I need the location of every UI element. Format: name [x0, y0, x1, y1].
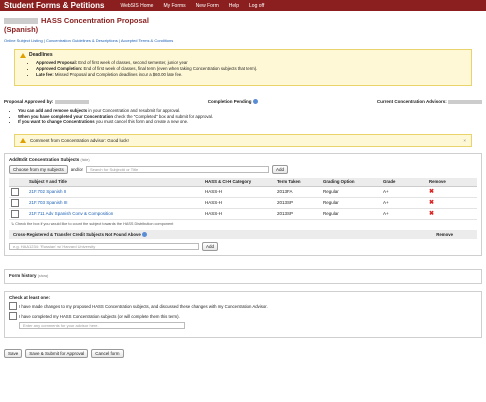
remove-icon[interactable]: ✖: [429, 200, 434, 206]
term-cell: 2013FA: [275, 186, 321, 198]
confirmation-panel: Check at least one: I have made changes …: [4, 291, 482, 339]
nav-new-form[interactable]: New Form: [196, 3, 219, 9]
subject-link[interactable]: 21F.702 Spanish II: [29, 189, 66, 194]
term-cell: 2013SP: [275, 197, 321, 209]
instruction-item: If you want to change Concentrations you…: [18, 119, 482, 125]
grade-cell: A+: [381, 197, 427, 209]
category-cell: HASS-H: [203, 186, 275, 198]
col-subject[interactable]: Subject # and Title: [27, 177, 203, 187]
warning-icon: [20, 137, 26, 143]
nav-my-forms[interactable]: My Forms: [163, 3, 185, 9]
link-online-subject-listing[interactable]: Online Subject Listing: [4, 38, 43, 43]
add-subject-button[interactable]: Add: [271, 164, 288, 174]
nav-log-off[interactable]: Log off: [249, 3, 264, 9]
proposal-approved-by: Proposal Approved by:: [4, 99, 89, 104]
subject-link[interactable]: 21F.711 Adv Spanish Conv & Composition: [29, 211, 113, 216]
remove-icon[interactable]: ✖: [429, 189, 434, 195]
deadlines-header: Deadlines: [29, 52, 53, 58]
warning-icon: [20, 52, 26, 58]
grade-cell: A+: [381, 208, 427, 220]
redacted-advisor-name: [54, 99, 89, 104]
hass-distribution-checkbox[interactable]: [11, 209, 19, 218]
subject-search-input[interactable]: Search for Subject# or Title: [85, 165, 269, 173]
changes-checkbox[interactable]: [9, 302, 17, 311]
subjects-table: Subject # and Title HASS & CI-H Category…: [9, 177, 477, 220]
col-category[interactable]: HASS & CI-H Category: [203, 177, 275, 187]
link-terms-conditions[interactable]: Accepted Terms & Conditions: [121, 38, 173, 43]
col-term[interactable]: Term Taken: [275, 177, 321, 187]
site-brand: Student Forms & Petitions: [4, 1, 105, 10]
current-advisors: Current Concentration Advisors:: [377, 99, 482, 104]
cancel-form-button[interactable]: Cancel form: [91, 349, 124, 359]
andor-label: and/or: [70, 166, 83, 172]
approval-status-row: Proposal Approved by: Completion Pending…: [4, 99, 482, 105]
hass-distribution-checkbox[interactable]: [11, 187, 19, 196]
table-row: 21F.702 Spanish II HASS-H 2013FA Regular…: [9, 186, 477, 198]
subjects-panel-title: Add/Edit Concentration Subjects: [9, 156, 80, 162]
confirmation-header: Check at least one:: [9, 295, 51, 301]
form-actions: Save Save & Submit for Approval Cancel f…: [4, 349, 482, 359]
category-cell: HASS-H: [203, 208, 275, 220]
link-concentration-guidelines[interactable]: Concentration Guidelines & Descriptions: [46, 38, 118, 43]
form-history-panel: Form history (show): [4, 269, 482, 285]
nav-websis-home[interactable]: WebSIS Home: [120, 3, 153, 9]
completion-status: Completion Pending: [208, 99, 258, 105]
xreg-header: Cross-Registered & Transfer Credit Subje…: [9, 229, 477, 240]
subject-link[interactable]: 21F.703 Spanish III: [29, 200, 68, 205]
instructions-list: You can add and remove subjects in your …: [4, 108, 482, 125]
reference-links: Online Subject Listing | Concentration G…: [4, 38, 174, 43]
hass-distribution-checkbox[interactable]: [11, 198, 19, 207]
grading-cell: Regular: [321, 197, 381, 209]
close-icon[interactable]: ×: [463, 138, 466, 143]
option-changes: I have made changes to my proposed HASS …: [9, 302, 477, 311]
xreg-subject-input[interactable]: e.g. HAA1234: 'Russian' w/ Harvard Unive…: [9, 243, 199, 251]
advisor-comment-box: Comment from Concentration advisor: Good…: [14, 133, 472, 147]
remove-icon[interactable]: ✖: [429, 211, 434, 217]
xreg-remove-header: Remove: [436, 231, 453, 237]
help-icon[interactable]: [142, 232, 148, 238]
page-subtitle: (Spanish): [4, 25, 39, 34]
table-row: 21F.711 Adv Spanish Conv & Composition H…: [9, 208, 477, 220]
category-cell: HASS-H: [203, 197, 275, 209]
nav-menu: WebSIS Home My Forms New Form Help Log o…: [120, 3, 264, 9]
page-title: HASS Concentration Proposal (Spanish): [4, 16, 149, 34]
term-cell: 2013SP: [275, 208, 321, 220]
hide-toggle[interactable]: (hide): [81, 158, 90, 162]
form-history-label: Form history: [9, 273, 37, 279]
top-navigation-bar: Student Forms & Petitions WebSIS Home My…: [0, 0, 486, 11]
deadline-item: Late fee: Missed Proposal and Completion…: [36, 72, 466, 78]
deadlines-box: Deadlines Approved Proposal: End of firs…: [14, 49, 472, 86]
choose-subjects-button[interactable]: Choose from my subjects: [9, 164, 68, 174]
advisor-comment-text: Comment from Concentration advisor: Good…: [30, 137, 129, 143]
grading-cell: Regular: [321, 208, 381, 220]
distribution-note: ↳ Check the box if you would like to cou…: [11, 221, 174, 226]
grade-cell: A+: [381, 186, 427, 198]
redacted-advisor-name: [447, 99, 482, 104]
advisor-comment-input[interactable]: Enter any comments for your advisor here…: [19, 322, 185, 330]
subjects-panel: Add/Edit Concentration Subjects (hide) C…: [4, 152, 482, 257]
grading-cell: Regular: [321, 186, 381, 198]
nav-help[interactable]: Help: [229, 3, 239, 9]
save-button[interactable]: Save: [4, 349, 23, 359]
table-row: 21F.703 Spanish III HASS-H 2013SP Regula…: [9, 197, 477, 209]
col-grading[interactable]: Grading Option: [321, 177, 381, 187]
help-icon[interactable]: [252, 99, 258, 105]
show-history-toggle[interactable]: (show): [38, 274, 49, 278]
save-submit-button[interactable]: Save & Submit for Approval: [25, 349, 89, 359]
add-xreg-button[interactable]: Add: [202, 242, 219, 252]
col-remove: Remove: [427, 177, 477, 187]
completed-checkbox[interactable]: [9, 312, 17, 321]
col-grade[interactable]: Grade: [381, 177, 427, 187]
option-completed: I have completed my HASS Concentration s…: [9, 312, 477, 321]
redacted-student-name: [4, 18, 38, 25]
